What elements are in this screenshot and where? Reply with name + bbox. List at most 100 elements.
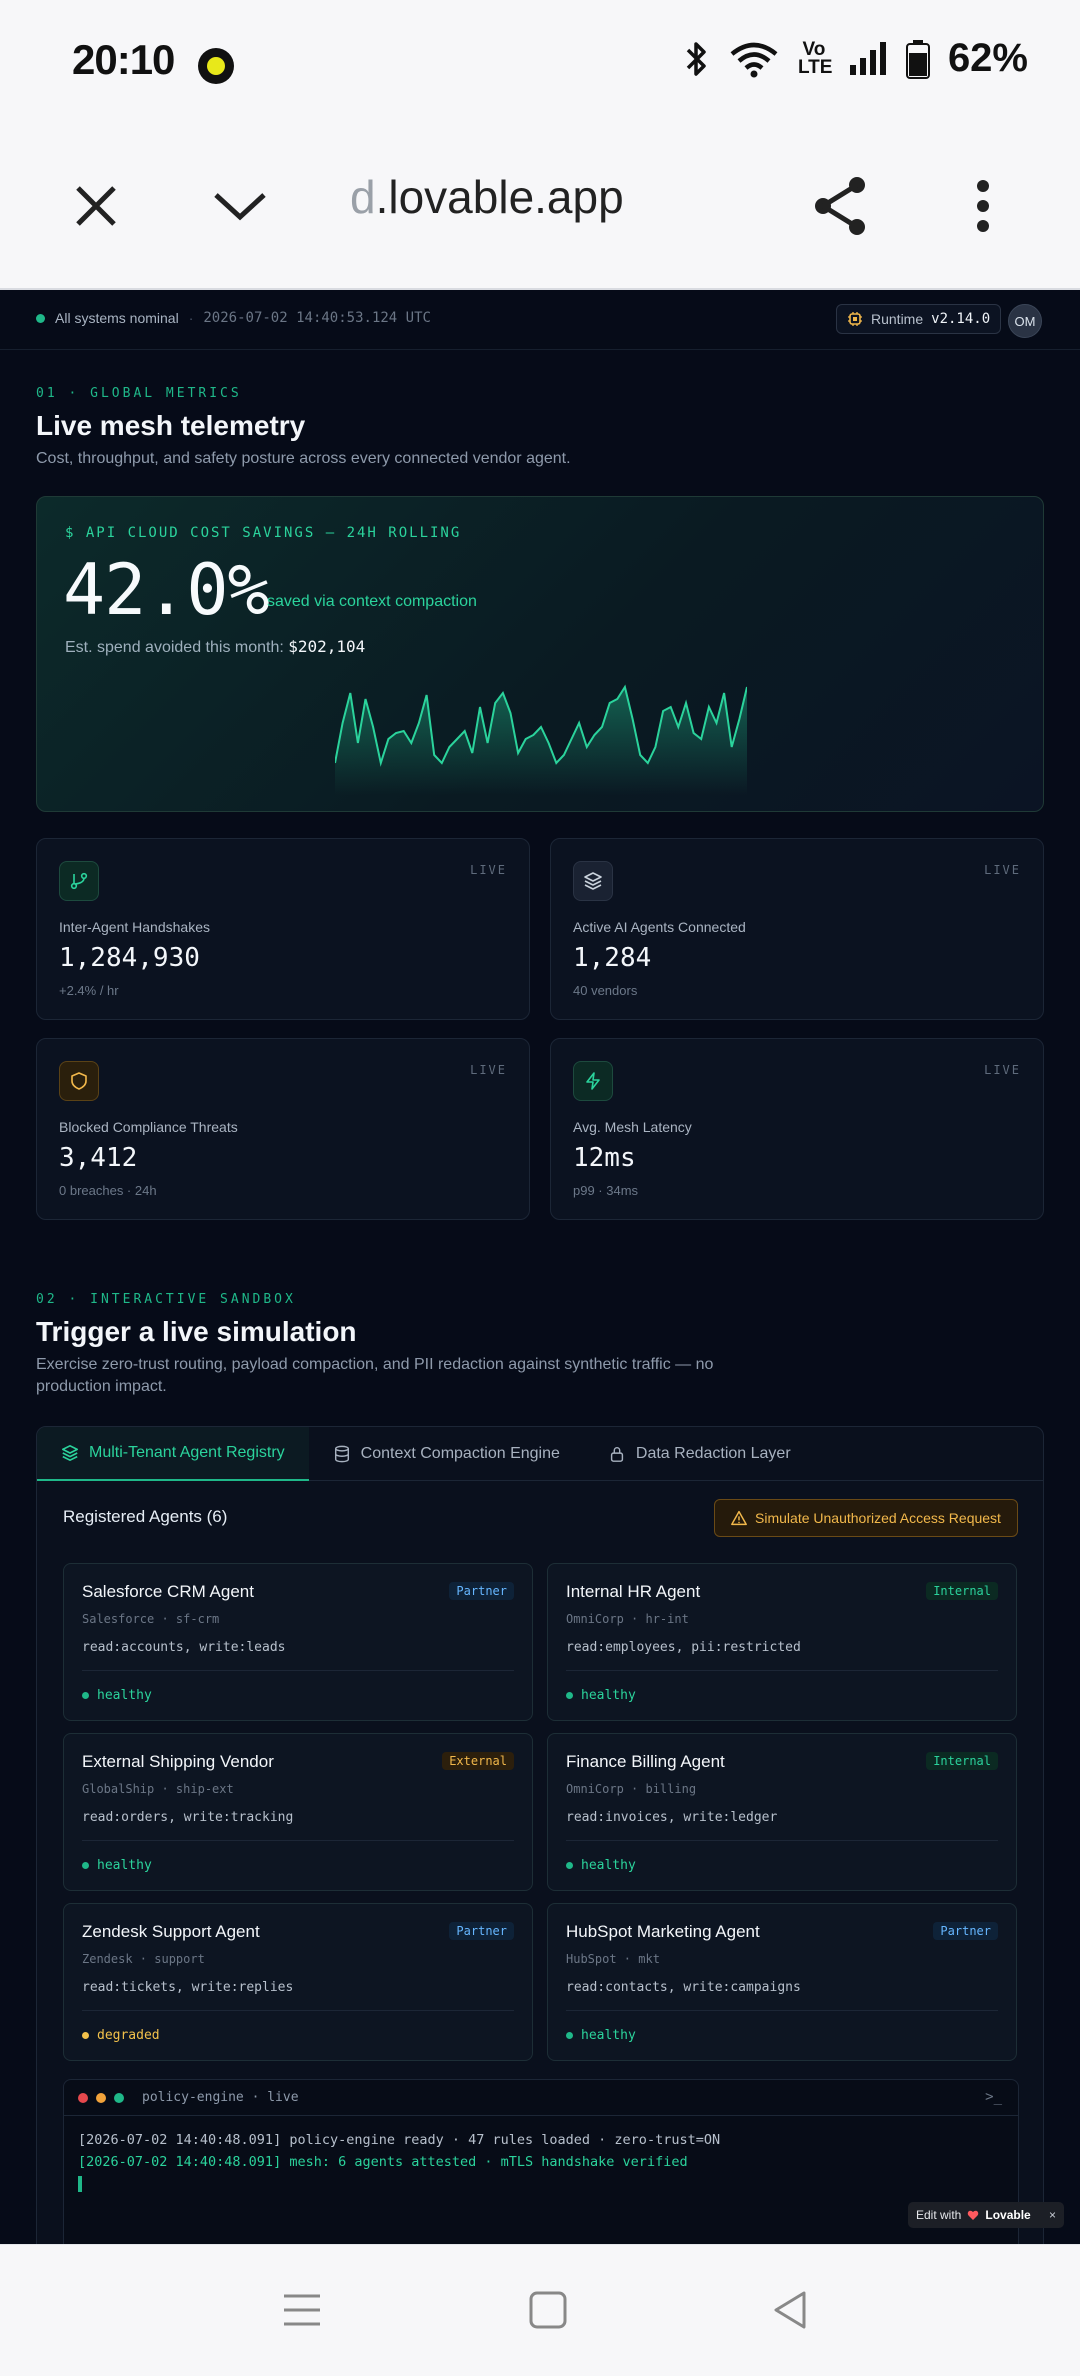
agent-card[interactable]: Internal HR Agent Internal OmniCorp · hr… (547, 1563, 1017, 1721)
divider (566, 1840, 998, 1841)
health-label: healthy (581, 1688, 636, 1703)
agent-health: healthy (566, 2028, 636, 2043)
collapse-button[interactable] (210, 176, 270, 236)
health-dot-icon (566, 2032, 573, 2039)
edit-with-lovable-badge[interactable]: Edit with Lovable × (908, 2202, 1064, 2228)
metric-card-handshakes: LIVE Inter-Agent Handshakes 1,284,930 +2… (36, 838, 530, 1020)
health-label: healthy (97, 1858, 152, 1873)
tab-label: Data Redaction Layer (635, 1445, 791, 1462)
agent-card[interactable]: HubSpot Marketing Agent Partner HubSpot … (547, 1903, 1017, 2061)
terminal-maximize-dot-icon (114, 2093, 124, 2103)
terminal-minimize-dot-icon (96, 2093, 106, 2103)
back-triangle-icon (774, 2291, 806, 2329)
simulate-unauthorized-button[interactable]: Simulate Unauthorized Access Request (714, 1499, 1018, 1537)
agent-badge: Internal (926, 1752, 998, 1770)
avatar[interactable]: OM (1008, 304, 1042, 338)
agent-name: Salesforce CRM Agent (82, 1582, 254, 1601)
layers-icon (61, 1444, 79, 1462)
runtime-badge: Runtime v2.14.0 (836, 304, 1002, 334)
metric-value: 3,412 (59, 1143, 138, 1173)
hero-label: $ API CLOUD COST SAVINGS — 24H ROLLING (65, 525, 462, 541)
metric-value: 1,284,930 (59, 943, 200, 973)
health-dot-icon (82, 1692, 89, 1699)
android-status-bar: 20:10 Vo LTE 62% (0, 0, 1080, 130)
agent-card[interactable]: Salesforce CRM Agent Partner Salesforce … (63, 1563, 533, 1721)
health-label: healthy (581, 2028, 636, 2043)
live-badge: LIVE (470, 1063, 507, 1077)
agent-badge: Partner (449, 1582, 514, 1600)
live-badge: LIVE (984, 863, 1021, 877)
estimated-spend: Est. spend avoided this month: $202,104 (65, 637, 365, 657)
metric-subtext: +2.4% / hr (59, 983, 119, 998)
recent-apps-button[interactable] (262, 2275, 342, 2345)
back-button[interactable] (750, 2275, 830, 2345)
agent-health: healthy (82, 1858, 152, 1873)
agent-scope: read:orders, write:tracking (82, 1810, 294, 1825)
chevron-down-icon (214, 193, 266, 221)
timestamp: 2026-07-02 14:40:53.124 UTC (203, 310, 431, 326)
subtitle-line: Exercise zero-trust routing, payload com… (36, 1356, 714, 1373)
git-branch-icon (59, 861, 99, 901)
live-badge: LIVE (984, 1063, 1021, 1077)
agent-badge: External (442, 1752, 514, 1770)
lovable-brand: Lovable (985, 2208, 1031, 2222)
volte-icon: Vo LTE (797, 38, 833, 78)
edit-with-label: Edit with (916, 2208, 962, 2222)
terminal-close-dot-icon (78, 2093, 88, 2103)
health-label: healthy (97, 1688, 152, 1703)
simulate-label: Simulate Unauthorized Access Request (755, 1510, 1001, 1526)
metric-label: Avg. Mesh Latency (573, 1119, 692, 1135)
divider (566, 2010, 998, 2011)
agent-health: healthy (82, 1688, 152, 1703)
terminal-prompt-icon: >_ (985, 2089, 1002, 2105)
health-label: degraded (97, 2028, 160, 2043)
agent-scope: read:employees, pii:restricted (566, 1640, 801, 1655)
agent-badge: Partner (933, 1922, 998, 1940)
divider (82, 1840, 514, 1841)
alert-triangle-icon (731, 1510, 747, 1526)
url-bar[interactable]: d.lovable.app (350, 170, 624, 224)
agent-scope: read:tickets, write:replies (82, 1980, 294, 1995)
agent-card[interactable]: External Shipping Vendor External Global… (63, 1733, 533, 1891)
android-navigation-bar (0, 2244, 1080, 2376)
url-domain: .lovable.app (375, 171, 624, 223)
section-subtitle: Cost, throughput, and safety posture acr… (36, 450, 571, 467)
notification-dot-icon (198, 48, 234, 84)
share-icon (815, 177, 865, 235)
savings-value: 42.0% (63, 549, 270, 631)
tab-compaction-engine[interactable]: Context Compaction Engine (309, 1427, 584, 1481)
divider (82, 1670, 514, 1671)
metric-label: Active AI Agents Connected (573, 919, 746, 935)
terminal-line: [2026-07-02 14:40:48.091] policy-engine … (78, 2132, 721, 2148)
terminal-cursor (78, 2176, 82, 2192)
terminal-title: policy-engine · live (142, 2090, 299, 2105)
health-label: healthy (581, 1858, 636, 1873)
status-dot-icon (36, 313, 45, 323)
more-options-button[interactable] (960, 176, 1006, 236)
shield-icon (59, 1061, 99, 1101)
close-badge-button[interactable]: × (1049, 2208, 1056, 2222)
sandbox-tabs: Multi-Tenant Agent Registry Context Comp… (37, 1427, 1043, 1481)
agent-vendor: OmniCorp · billing (566, 1782, 697, 1796)
health-dot-icon (82, 2032, 89, 2039)
signal-icon (849, 41, 886, 75)
metric-subtext: 0 breaches · 24h (59, 1183, 157, 1198)
agent-card[interactable]: Zendesk Support Agent Partner Zendesk · … (63, 1903, 533, 2061)
tab-agent-registry[interactable]: Multi-Tenant Agent Registry (37, 1427, 309, 1481)
home-button[interactable] (508, 2275, 588, 2345)
divider (82, 2010, 514, 2011)
agent-scope: read:accounts, write:leads (82, 1640, 286, 1655)
lock-icon (610, 1447, 624, 1462)
metric-label: Inter-Agent Handshakes (59, 919, 210, 935)
metric-card-latency: LIVE Avg. Mesh Latency 12ms p99 · 34ms (550, 1038, 1044, 1220)
agent-vendor: OmniCorp · hr-int (566, 1612, 689, 1626)
agent-health: healthy (566, 1688, 636, 1703)
policy-engine-terminal: policy-engine · live >_ [2026-07-02 14:4… (63, 2079, 1019, 2244)
tab-redaction-layer[interactable]: Data Redaction Layer (584, 1427, 815, 1481)
share-button[interactable] (806, 172, 874, 240)
agent-card[interactable]: Finance Billing Agent Internal OmniCorp … (547, 1733, 1017, 1891)
metric-subtext: 40 vendors (573, 983, 638, 998)
close-tab-button[interactable] (66, 176, 126, 236)
url-fade: d (350, 171, 376, 223)
section-eyebrow: 02 · INTERACTIVE SANDBOX (36, 1292, 296, 1307)
